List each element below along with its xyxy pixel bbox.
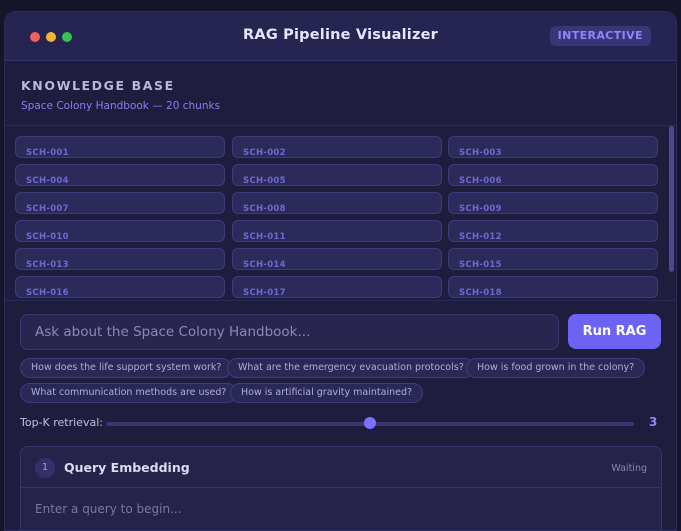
chunk-id: SCH-007 [26, 204, 69, 214]
topk-slider-thumb[interactable] [364, 417, 376, 429]
chunk-card[interactable]: SCH-016 [15, 276, 225, 298]
chunk-id: SCH-002 [243, 148, 286, 158]
suggestion-chip[interactable]: What communication methods are used? [20, 383, 238, 403]
knowledge-base-header: KNOWLEDGE BASE Space Colony Handbook — 2… [5, 62, 676, 126]
stage-placeholder-text: Enter a query to begin... [35, 502, 182, 516]
chunk-id: SCH-012 [459, 232, 502, 242]
chunk-card[interactable]: SCH-014 [232, 248, 442, 270]
chunk-card[interactable]: SCH-017 [232, 276, 442, 298]
chunk-id: SCH-003 [459, 148, 502, 158]
chunk-grid: SCH-001 SCH-002 SCH-003 SCH-004 SCH-005 … [5, 127, 676, 301]
run-rag-button[interactable]: Run RAG [568, 314, 661, 349]
chunk-card[interactable]: SCH-012 [448, 220, 658, 242]
chunk-card[interactable]: SCH-013 [15, 248, 225, 270]
chunk-card[interactable]: SCH-007 [15, 192, 225, 214]
title-bar: RAG Pipeline Visualizer INTERACTIVE [5, 12, 676, 61]
chunk-card[interactable]: SCH-018 [448, 276, 658, 298]
chunk-card[interactable]: SCH-002 [232, 136, 442, 158]
chunk-id: SCH-005 [243, 176, 286, 186]
knowledge-base-subtitle: Space Colony Handbook — 20 chunks [21, 100, 221, 112]
chunk-id: SCH-018 [459, 288, 502, 298]
chunk-id: SCH-015 [459, 260, 502, 270]
chunk-card[interactable]: SCH-015 [448, 248, 658, 270]
chunk-id: SCH-011 [243, 232, 286, 242]
chunk-id: SCH-013 [26, 260, 69, 270]
chunk-card[interactable]: SCH-006 [448, 164, 658, 186]
stage-title: Query Embedding [64, 460, 190, 475]
suggestion-chip[interactable]: How is artificial gravity maintained? [230, 383, 424, 403]
chunk-id: SCH-016 [26, 288, 69, 298]
query-input[interactable]: Ask about the Space Colony Handbook... [20, 314, 559, 350]
chunk-id: SCH-008 [243, 204, 286, 214]
app-window: RAG Pipeline Visualizer INTERACTIVE KNOW… [4, 11, 677, 531]
chunk-card[interactable]: SCH-008 [232, 192, 442, 214]
chunk-card[interactable]: SCH-011 [232, 220, 442, 242]
stage-number-badge: 1 [35, 458, 55, 478]
mode-badge: INTERACTIVE [549, 26, 651, 46]
chunk-scrollbar[interactable] [669, 126, 674, 272]
chunk-card[interactable]: SCH-005 [232, 164, 442, 186]
topk-label: Top-K retrieval: [20, 416, 103, 429]
chunk-id: SCH-010 [26, 232, 69, 242]
chunk-card[interactable]: SCH-009 [448, 192, 658, 214]
chunk-id: SCH-006 [459, 176, 502, 186]
suggestion-chip[interactable]: What are the emergency evacuation protoc… [227, 358, 475, 378]
chunk-card[interactable]: SCH-003 [448, 136, 658, 158]
chunk-card[interactable]: SCH-010 [15, 220, 225, 242]
knowledge-base-heading: KNOWLEDGE BASE [21, 78, 175, 93]
chunk-id: SCH-004 [26, 176, 69, 186]
chunk-card[interactable]: SCH-004 [15, 164, 225, 186]
chunk-id: SCH-001 [26, 148, 69, 158]
stage-status: Waiting [611, 463, 647, 474]
chunk-id: SCH-014 [243, 260, 286, 270]
suggestion-chip[interactable]: How does the life support system work? [20, 358, 233, 378]
chunk-card[interactable]: SCH-001 [15, 136, 225, 158]
chunk-id: SCH-017 [243, 288, 286, 298]
chunk-id: SCH-009 [459, 204, 502, 214]
topk-value: 3 [649, 415, 658, 429]
stage-header[interactable]: 1 Query Embedding Waiting [21, 447, 661, 488]
pipeline-stage: 1 Query Embedding Waiting Enter a query … [20, 446, 662, 530]
suggestion-chip[interactable]: How is food grown in the colony? [466, 358, 646, 378]
